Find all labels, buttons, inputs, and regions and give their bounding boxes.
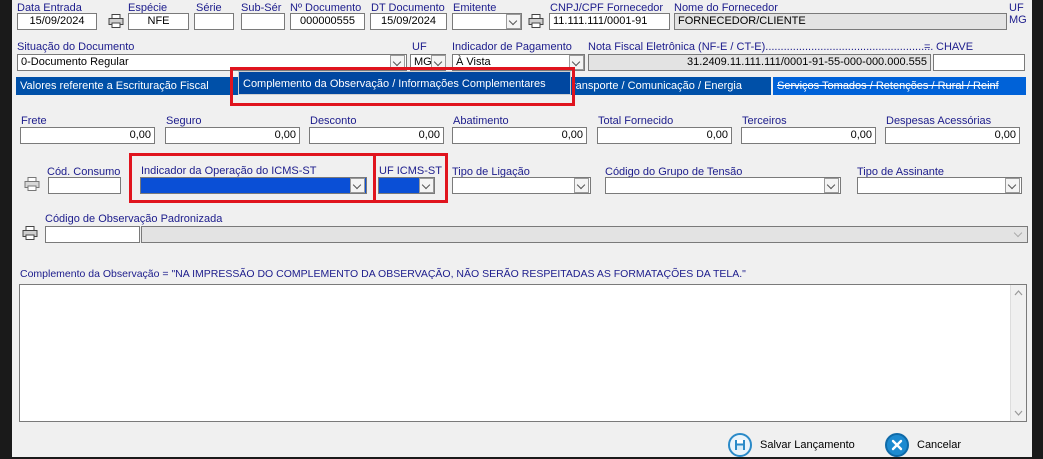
grupo-tensao-select[interactable] bbox=[605, 177, 841, 194]
salvar-lancamento-label: Salvar Lançamento bbox=[760, 439, 855, 451]
emitente-dropdown-arrow[interactable] bbox=[506, 14, 521, 29]
valores-label: Despesas Acessórias bbox=[886, 115, 992, 127]
form-window: Data Entrada Espécie Série Sub-Sér Nº Do… bbox=[12, 0, 1032, 457]
printer-icon[interactable] bbox=[108, 14, 124, 28]
valores-label: Abatimento bbox=[453, 115, 509, 127]
valores-label: Total Fornecido bbox=[598, 115, 674, 127]
uf-label-top: UF bbox=[1009, 2, 1024, 14]
pagamento-label: Indicador de Pagamento bbox=[452, 41, 572, 53]
chave-field[interactable] bbox=[933, 54, 1025, 71]
highlight-box-uf-icms bbox=[373, 153, 448, 203]
complemento-label: Complemento da Observação = "NA IMPRESSÃ… bbox=[20, 268, 746, 280]
complemento-scrollbar[interactable] bbox=[1010, 285, 1026, 421]
subserie-field[interactable] bbox=[241, 13, 285, 30]
valores-field[interactable]: 0,00 bbox=[741, 127, 876, 144]
valores-field[interactable]: 0,00 bbox=[309, 127, 444, 144]
cnpj-field[interactable]: 11.111.111/0001-91 bbox=[549, 13, 670, 30]
data-entrada-field[interactable]: 15/09/2024 bbox=[17, 13, 97, 30]
nfe-equals: = bbox=[924, 41, 931, 53]
especie-field[interactable]: NFE bbox=[128, 13, 189, 30]
salvar-lancamento-button[interactable]: Salvar Lançamento bbox=[728, 431, 855, 459]
tab-valores-escrituracao[interactable]: Valores referente a Escrituração Fiscal bbox=[16, 77, 238, 95]
valores-field[interactable]: 0,00 bbox=[597, 127, 732, 144]
nfe-field: 31.2409.11.111.111/0001-91-55-000-000.00… bbox=[588, 54, 931, 71]
grupo-tensao-dropdown-arrow[interactable] bbox=[824, 178, 839, 193]
cancelar-button[interactable]: Cancelar bbox=[885, 431, 961, 459]
tab-transporte-comunicacao-energia[interactable]: ransporte / Comunicação / Energia bbox=[571, 77, 771, 95]
nfe-label: Nota Fiscal Eletrônica (NF-E / CT-E)....… bbox=[588, 41, 934, 53]
complemento-textarea[interactable] bbox=[19, 284, 1027, 422]
cod-consumo-field[interactable] bbox=[48, 177, 121, 194]
highlight-box-tab bbox=[230, 67, 575, 106]
valores-field[interactable]: 0,00 bbox=[20, 127, 155, 144]
cod-obs-label: Código de Observação Padronizada bbox=[45, 213, 223, 225]
cod-obs-dropdown-arrow[interactable] bbox=[1012, 227, 1027, 242]
valores-field[interactable]: 0,00 bbox=[885, 127, 1020, 144]
tab-servicos-tomados[interactable]: Serviços Tomados / Retenções / Rural / R… bbox=[773, 77, 1026, 95]
close-icon bbox=[885, 433, 909, 457]
valores-field[interactable]: 0,00 bbox=[452, 127, 587, 144]
tipo-ligacao-select[interactable] bbox=[452, 177, 591, 194]
num-doc-field[interactable]: 000000555 bbox=[290, 13, 365, 30]
tipo-assinante-select[interactable] bbox=[857, 177, 1022, 194]
chave-label: CHAVE bbox=[936, 41, 974, 53]
highlight-box-indicador bbox=[129, 153, 376, 203]
cod-obs-field[interactable] bbox=[45, 226, 140, 243]
valores-label: Seguro bbox=[166, 115, 202, 127]
situacao-label: Situação do Documento bbox=[17, 41, 135, 53]
uf-label: UF bbox=[412, 41, 427, 53]
save-icon bbox=[728, 433, 752, 457]
valores-label: Terceiros bbox=[742, 115, 787, 127]
dt-doc-field[interactable]: 15/09/2024 bbox=[370, 13, 447, 30]
printer-icon[interactable] bbox=[528, 14, 544, 28]
cancelar-label: Cancelar bbox=[917, 439, 962, 451]
uf-value-top: MG bbox=[1009, 14, 1027, 26]
fornecedor-field: FORNECEDOR/CLIENTE bbox=[674, 13, 1007, 30]
tipo-assinante-dropdown-arrow[interactable] bbox=[1005, 178, 1020, 193]
serie-field[interactable] bbox=[194, 13, 234, 30]
printer-icon[interactable] bbox=[22, 226, 38, 240]
cod-obs-description bbox=[141, 226, 1028, 243]
tipo-ligacao-dropdown-arrow[interactable] bbox=[574, 178, 589, 193]
valores-label: Desconto bbox=[310, 115, 357, 127]
valores-label: Frete bbox=[21, 115, 47, 127]
printer-icon[interactable] bbox=[24, 177, 40, 191]
valores-field[interactable]: 0,00 bbox=[165, 127, 300, 144]
